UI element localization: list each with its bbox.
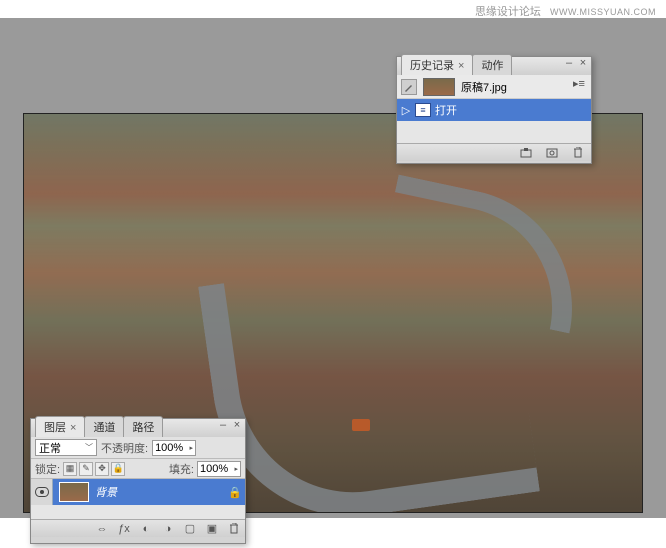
lock-all-icon[interactable]: 🔒: [111, 462, 125, 476]
lock-pixels-icon[interactable]: ✎: [79, 462, 93, 476]
document-name: 原稿7.jpg: [461, 79, 507, 95]
blend-mode-select[interactable]: 正常 ﹀: [35, 439, 97, 456]
layer-thumbnail[interactable]: [59, 482, 89, 502]
opacity-flyout-icon[interactable]: ▸: [190, 444, 194, 452]
panel-menu-icon[interactable]: ▸≡: [573, 77, 587, 87]
layers-empty-area: [31, 505, 245, 519]
watermark-site: 思缘设计论坛: [475, 6, 541, 18]
chevron-down-icon: ﹀: [85, 442, 93, 453]
trash-icon[interactable]: [227, 523, 241, 535]
close-icon[interactable]: ×: [577, 58, 589, 68]
tab-channels[interactable]: 通道: [84, 416, 124, 437]
tab-history[interactable]: 历史记录 ×: [401, 54, 473, 75]
lock-transparency-icon[interactable]: ▦: [63, 462, 77, 476]
tab-close-icon[interactable]: ×: [70, 422, 76, 434]
lock-position-icon[interactable]: ✥: [95, 462, 109, 476]
brush-icon: [401, 79, 417, 95]
history-empty-area: [397, 121, 591, 143]
layer-mask-icon[interactable]: ◐: [139, 523, 153, 535]
tab-close-icon[interactable]: ×: [458, 60, 464, 72]
document-thumbnail: [423, 78, 455, 96]
layers-panel-tabs: 图层 × 通道 路径: [31, 419, 162, 437]
blend-mode-value: 正常: [39, 440, 61, 456]
tab-layers[interactable]: 图层 ×: [35, 416, 85, 437]
lock-label: 锁定:: [35, 461, 60, 477]
watermark: 思缘设计论坛 WWW.MISSYUAN.COM: [475, 3, 656, 19]
adjustment-layer-icon[interactable]: ◑: [161, 523, 175, 535]
opacity-value: 100%: [155, 442, 183, 454]
history-document-row[interactable]: 原稿7.jpg: [397, 75, 591, 99]
new-document-icon[interactable]: [545, 147, 559, 159]
fill-flyout-icon[interactable]: ▸: [234, 465, 238, 473]
fill-input[interactable]: 100% ▸: [197, 461, 241, 477]
group-icon[interactable]: ▢: [183, 523, 197, 535]
layers-panel-titlebar[interactable]: 图层 × 通道 路径 – ×: [31, 419, 245, 437]
history-current-marker-icon: ▷: [401, 104, 411, 117]
fill-value: 100%: [200, 463, 228, 475]
new-snapshot-icon[interactable]: [519, 147, 533, 159]
layer-style-icon[interactable]: ƒx: [117, 523, 131, 535]
close-icon[interactable]: ×: [231, 420, 243, 430]
layer-name[interactable]: 背景: [95, 484, 225, 500]
tab-paths[interactable]: 路径: [123, 416, 163, 437]
history-item-open[interactable]: ▷ ≡ 打开: [397, 99, 591, 121]
trash-icon[interactable]: [571, 147, 585, 159]
history-panel-tabs: 历史记录 × 动作: [397, 57, 511, 75]
tab-history-label: 历史记录: [410, 60, 454, 72]
layer-visibility-toggle[interactable]: [31, 479, 53, 505]
history-panel-footer: [397, 143, 591, 161]
layer-lock-icon: 🔒: [225, 486, 245, 499]
opacity-label: 不透明度:: [101, 440, 148, 456]
minimize-icon[interactable]: –: [217, 420, 229, 430]
history-body: 原稿7.jpg ▷ ≡ 打开: [397, 75, 591, 143]
tab-channels-label: 通道: [93, 422, 115, 434]
fill-label: 填充:: [169, 461, 194, 477]
panel-window-buttons: – ×: [563, 58, 589, 68]
link-layers-icon[interactable]: ⇔: [95, 523, 109, 535]
open-step-icon: ≡: [415, 103, 431, 117]
lock-icon-group: ▦ ✎ ✥ 🔒: [63, 462, 125, 476]
history-panel-titlebar[interactable]: 历史记录 × 动作 – ×: [397, 57, 591, 75]
opacity-input[interactable]: 100% ▸: [152, 440, 196, 456]
tab-layers-label: 图层: [44, 422, 66, 434]
image-truck: [352, 419, 370, 431]
layer-row-background[interactable]: 背景 🔒: [31, 479, 245, 505]
tab-actions[interactable]: 动作: [472, 54, 512, 75]
layers-panel-footer: ⇔ ƒx ◐ ◑ ▢ ▣: [31, 519, 245, 537]
history-panel: 历史记录 × 动作 – × ▸≡ 原稿7.jpg ▷ ≡ 打开: [396, 56, 592, 164]
history-item-label: 打开: [435, 102, 457, 118]
minimize-icon[interactable]: –: [563, 58, 575, 68]
eye-icon: [35, 487, 49, 497]
layers-lock-row: 锁定: ▦ ✎ ✥ 🔒 填充: 100% ▸: [31, 459, 245, 479]
tab-paths-label: 路径: [132, 422, 154, 434]
watermark-url: WWW.MISSYUAN.COM: [550, 7, 656, 17]
panel-window-buttons: – ×: [217, 420, 243, 430]
new-layer-icon[interactable]: ▣: [205, 523, 219, 535]
tab-actions-label: 动作: [481, 60, 503, 72]
layers-panel: 图层 × 通道 路径 – × 正常 ﹀ 不透明度: 100% ▸ 锁定: ▦ ✎: [30, 418, 246, 544]
layers-options-row: 正常 ﹀ 不透明度: 100% ▸: [31, 437, 245, 459]
